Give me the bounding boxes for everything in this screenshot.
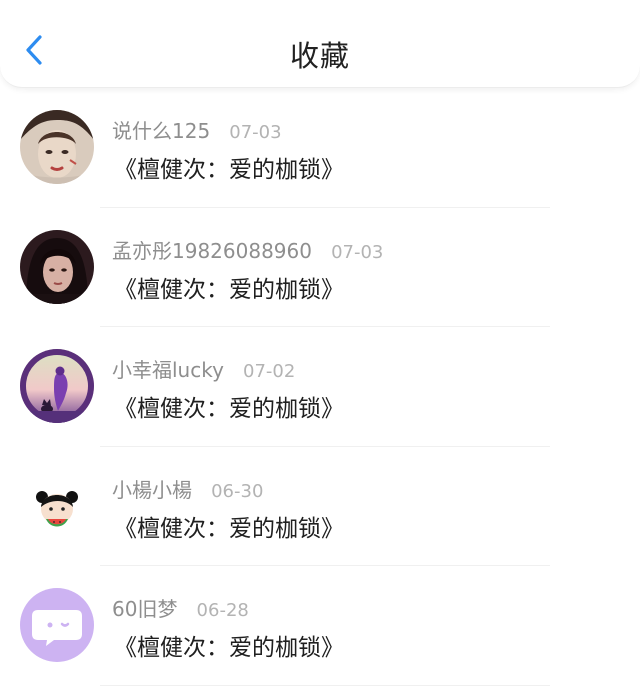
avatar[interactable] [20,349,94,424]
item-meta: 孟亦彤19826088960 07-03 [112,235,383,264]
item-meta: 60旧梦 06-28 [112,593,249,622]
avatar[interactable] [20,588,94,663]
favorite-title[interactable]: 《檀健次：爱的枷锁》 [114,270,344,304]
username[interactable]: 小幸福lucky [112,358,224,382]
divider [100,684,550,686]
avatar-chat-bubble [20,588,94,663]
date: 07-02 [243,361,296,383]
date: 07-03 [331,241,384,263]
avatar-photo-woman [20,229,94,304]
favorite-title[interactable]: 《檀健次：爱的枷锁》 [114,150,344,184]
item-meta: 小楊小楊 06-30 [112,474,263,503]
list-item[interactable]: 60旧梦 06-28 《檀健次：爱的枷锁》 [0,566,640,686]
favorites-page: 收藏 说什么125 07-03 《檀健次：爱的枷锁》 孟亦彤1982608896… [0,0,640,690]
avatar[interactable] [20,229,94,304]
username[interactable]: 60旧梦 [112,597,177,621]
favorites-list: 说什么125 07-03 《檀健次：爱的枷锁》 孟亦彤19826088960 0… [0,88,640,686]
username[interactable]: 小楊小楊 [112,478,192,502]
date: 06-28 [196,600,249,622]
top-bar: 收藏 [0,0,640,88]
favorite-title[interactable]: 《檀健次：爱的枷锁》 [114,628,344,662]
page-title: 收藏 [289,39,350,73]
favorite-title[interactable]: 《檀健次：爱的枷锁》 [114,509,344,543]
avatar-cartoon-girl [20,468,94,543]
date: 07-03 [229,122,282,143]
username[interactable]: 孟亦彤19826088960 [112,239,312,263]
avatar-purple-illustration [20,349,94,424]
avatar-photo-man [20,110,94,184]
avatar[interactable] [20,468,94,543]
list-item[interactable]: 小楊小楊 06-30 《檀健次：爱的枷锁》 [0,447,640,567]
favorite-title[interactable]: 《檀健次：爱的枷锁》 [114,389,344,423]
list-item[interactable]: 说什么125 07-03 《檀健次：爱的枷锁》 [0,88,640,208]
avatar[interactable] [20,110,94,184]
item-meta: 说什么125 07-03 [112,115,282,144]
list-item[interactable]: 小幸福lucky 07-02 《檀健次：爱的枷锁》 [0,327,640,447]
item-meta: 小幸福lucky 07-02 [112,354,295,383]
username[interactable]: 说什么125 [112,119,210,143]
list-item[interactable]: 孟亦彤19826088960 07-03 《檀健次：爱的枷锁》 [0,208,640,328]
date: 06-30 [211,480,264,502]
